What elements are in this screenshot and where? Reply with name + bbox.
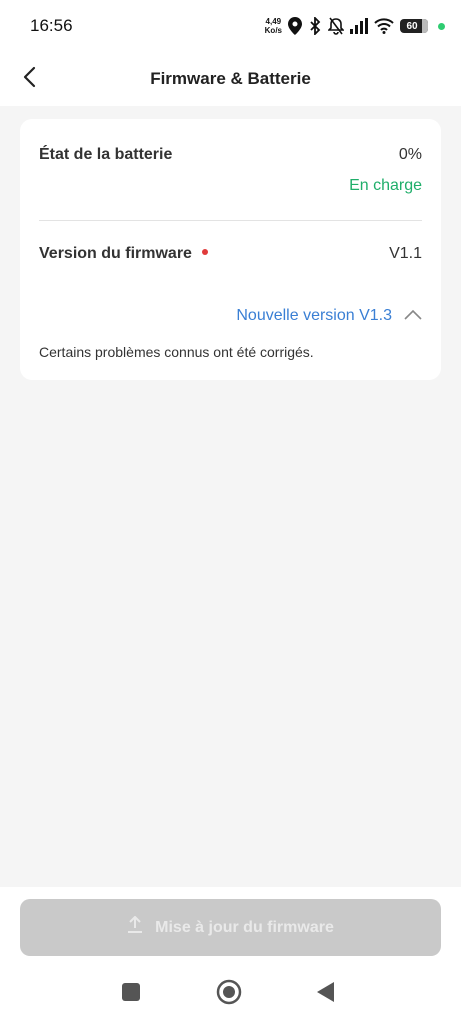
home-button[interactable] [212,977,246,1011]
status-bar: 16:56 4,49 Ko/s 60 [0,0,461,52]
back-icon [317,981,335,1007]
upload-icon [127,915,143,939]
release-notes: Certains problèmes connus ont été corrig… [39,344,314,360]
divider [39,220,422,221]
firmware-update-button[interactable]: Mise à jour du firmware [20,899,441,956]
firmware-version-value: V1.1 [389,245,422,262]
recent-apps-icon [122,982,140,1006]
firmware-battery-card: État de la batterie 0% En charge Version… [20,119,441,380]
battery-icon: 60 [400,19,428,33]
top-bar: Firmware & Batterie [0,52,461,106]
network-speed: 4,49 Ko/s [265,17,282,35]
battery-level-value: 0% [398,146,422,163]
back-nav-button[interactable] [309,977,343,1011]
status-time: 16:56 [30,16,73,35]
battery-level: 60 [406,20,418,32]
recent-apps-button[interactable] [114,977,148,1011]
signal-icon [350,18,368,34]
notification-dot [438,22,445,30]
charging-status: En charge [349,177,422,194]
chevron-up-icon [404,307,422,325]
new-version-label: Nouvelle version V1.3 [236,307,392,324]
firmware-version-label: Version du firmware [39,245,192,262]
network-speed-value: 4,49 [265,17,282,26]
wifi-icon [374,18,394,34]
bottom-area: Mise à jour du firmware [0,887,461,1024]
battery-status-label: État de la batterie [39,146,173,163]
mute-icon [328,17,344,35]
network-speed-unit: Ko/s [264,26,282,35]
status-icons: 4,49 Ko/s 60 [265,14,445,38]
firmware-version-row: Version du firmware [39,245,208,263]
update-available-dot [201,248,208,255]
page-title: Firmware & Batterie [150,69,311,88]
home-icon [216,979,242,1010]
system-nav-bar [0,977,461,1011]
firmware-update-label: Mise à jour du firmware [155,918,334,936]
new-version-toggle[interactable]: Nouvelle version V1.3 [236,307,422,325]
location-icon [288,17,302,35]
bluetooth-icon [308,17,322,35]
